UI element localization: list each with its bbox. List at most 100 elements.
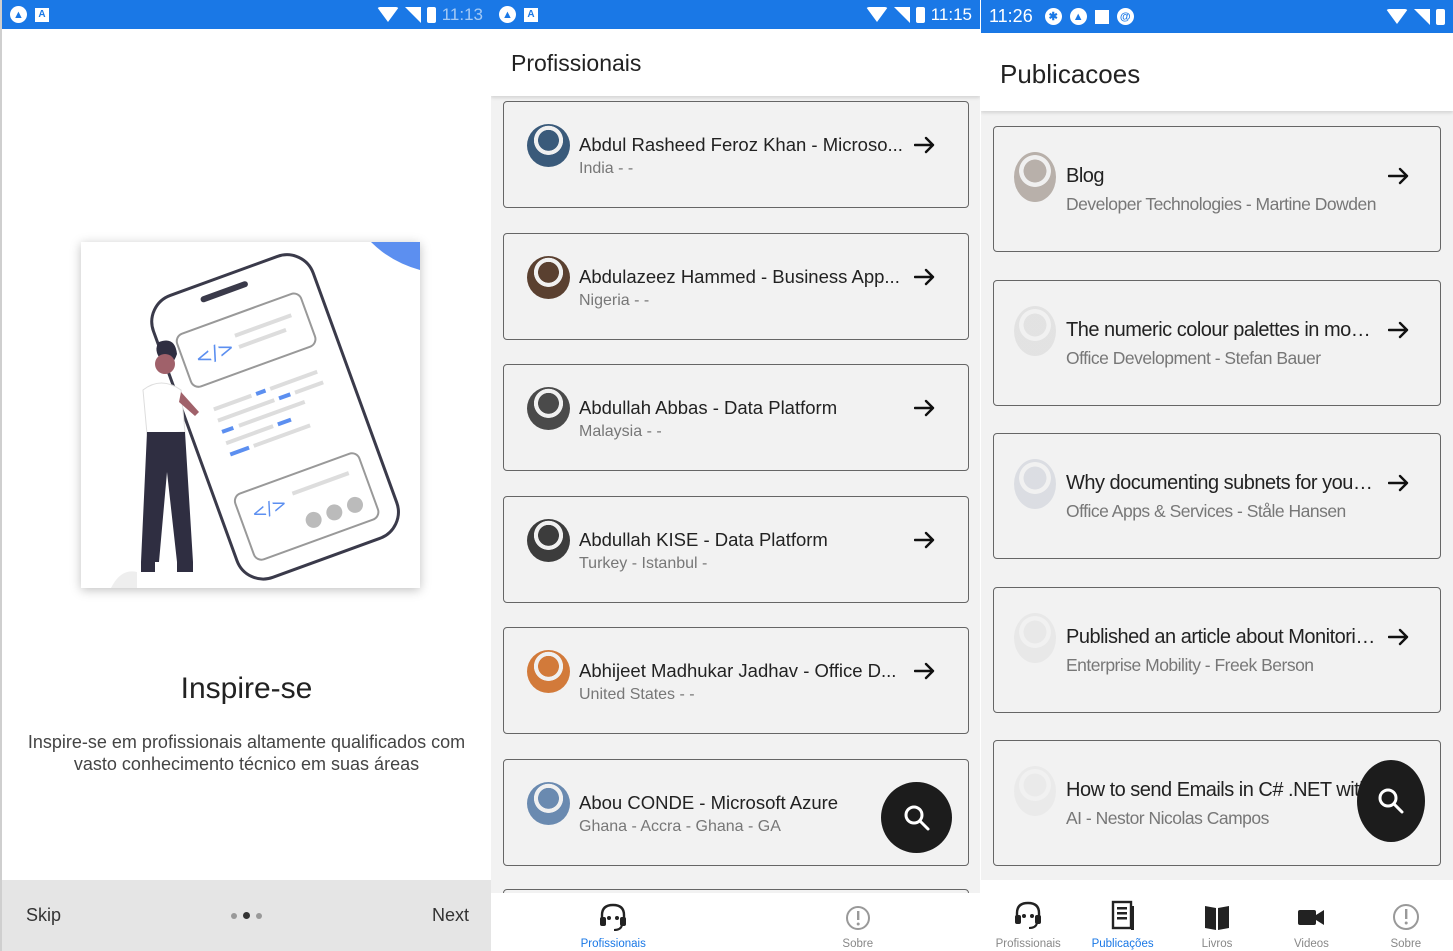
avatar bbox=[1014, 766, 1056, 816]
app-header: Profissionais bbox=[491, 29, 980, 96]
avatar bbox=[1014, 612, 1056, 663]
notification-icon: A bbox=[524, 7, 538, 22]
tab-sobre[interactable]: Sobre bbox=[1359, 880, 1453, 951]
list-item-title: Abdulazeez Hammed - Business App... bbox=[579, 265, 900, 287]
arrow-right-icon bbox=[913, 136, 936, 154]
app-icon: ▲ bbox=[499, 6, 516, 23]
list-item-subtitle: AI - Nestor Nicolas Campos bbox=[1066, 808, 1269, 828]
list-item-title: Published an article about Monitorin... bbox=[1066, 625, 1376, 648]
onboarding-description: Inspire-se em profissionais altamente qu… bbox=[27, 732, 466, 774]
at-icon: @ bbox=[1116, 8, 1134, 25]
avatar bbox=[527, 255, 570, 299]
arrow-right-icon bbox=[1387, 474, 1410, 492]
list-item-title: Abdullah KISE - Data Platform bbox=[579, 528, 828, 550]
skip-button[interactable]: Skip bbox=[26, 905, 61, 926]
list-item-subtitle: Developer Technologies - Martine Dowden bbox=[1066, 194, 1376, 214]
status-time: 11:15 bbox=[930, 4, 972, 24]
list-item-subtitle: India - - bbox=[579, 160, 634, 177]
signal-icon bbox=[1414, 8, 1430, 25]
page-title: Publicacoes bbox=[1000, 59, 1141, 89]
app-icon: ▲ bbox=[1069, 8, 1087, 25]
list-item[interactable]: Abhijeet Madhukar Jadhav - Office D... Un… bbox=[503, 627, 969, 734]
tab-videos[interactable]: Videos bbox=[1264, 880, 1358, 951]
avatar bbox=[1014, 305, 1056, 356]
list-item-subtitle: Office Apps & Services - Ståle Hansen bbox=[1066, 501, 1346, 521]
avatar bbox=[1014, 459, 1056, 509]
list-item[interactable]: Why documenting subnets for your T... Off… bbox=[993, 433, 1441, 559]
list-item[interactable]: Abdullah KISE - Data Platform Turkey - Is… bbox=[503, 495, 969, 603]
arrow-right-icon bbox=[913, 399, 936, 417]
pager-dot bbox=[256, 912, 262, 919]
settings-icon: ✱ bbox=[1044, 8, 1062, 25]
app-header: Publicacoes bbox=[981, 33, 1453, 111]
arrow-right-icon bbox=[913, 531, 936, 549]
onboarding-illustration: </> </> bbox=[81, 242, 420, 588]
pager-dot bbox=[231, 912, 237, 919]
pager-dots bbox=[231, 912, 262, 919]
search-fab[interactable] bbox=[881, 782, 952, 853]
status-time: 11:26 bbox=[989, 6, 1033, 26]
battery-icon bbox=[426, 6, 436, 23]
tab-sobre[interactable]: Sobre bbox=[736, 893, 981, 951]
list-item-subtitle: Malaysia - - bbox=[579, 423, 662, 440]
list-item-subtitle: Turkey - Istanbul - bbox=[579, 554, 708, 572]
list-item-title: Why documenting subnets for your T... bbox=[1066, 472, 1376, 494]
page-title: Profissionais bbox=[511, 50, 642, 76]
app-icon: ▲ bbox=[10, 6, 27, 23]
status-bar: 11:26 ✱ ▲ @ bbox=[981, 0, 1453, 33]
tab-label: Sobre bbox=[842, 938, 874, 950]
signal-icon bbox=[404, 6, 421, 23]
info-icon bbox=[845, 906, 870, 930]
list-item-subtitle: United States - - bbox=[579, 686, 695, 703]
battery-icon bbox=[1436, 8, 1445, 25]
list-item[interactable]: Abdullah Abbas - Data Platform Malaysia -… bbox=[503, 364, 969, 471]
arrow-right-icon bbox=[1387, 628, 1410, 646]
tab-label: Livros bbox=[1201, 938, 1233, 950]
list-item[interactable]: Abdul Rasheed Feroz Khan - Microso... Ind… bbox=[503, 101, 969, 208]
list-item[interactable]: Abdulazeez Hammed - Business App... Niger… bbox=[503, 232, 969, 340]
tab-profissionais[interactable]: Profissionais bbox=[491, 893, 736, 951]
list-item[interactable]: Published an article about Monitorin... E… bbox=[993, 586, 1441, 713]
avatar bbox=[527, 387, 570, 430]
arrow-right-icon bbox=[913, 268, 936, 286]
wifi-icon bbox=[376, 7, 399, 22]
list-item-title: Blog bbox=[1066, 165, 1105, 187]
wifi-icon bbox=[1386, 9, 1408, 24]
tab-publicacoes[interactable]: Publicações bbox=[1075, 880, 1169, 951]
tab-bar: Profissionais Publicações Livros Videos … bbox=[981, 880, 1453, 951]
avatar bbox=[1014, 152, 1056, 202]
sd-card-icon bbox=[1094, 9, 1109, 24]
battery-icon bbox=[915, 6, 925, 23]
avatar bbox=[527, 518, 570, 562]
list-item[interactable]: The numeric colour palettes in mode... Of… bbox=[993, 279, 1441, 406]
signal-icon bbox=[893, 6, 910, 23]
list-item-title: Abou CONDE - Microsoft Azure bbox=[579, 791, 839, 813]
tab-livros[interactable]: Livros bbox=[1170, 880, 1264, 951]
list-item-title: Abdul Rasheed Feroz Khan - Microso... bbox=[579, 134, 903, 155]
tab-label: Publicações bbox=[1091, 938, 1154, 950]
avatar bbox=[527, 124, 570, 167]
onboarding-screen: ▲ A 11:13 </> </> Inspire-se Inspire-se … bbox=[0, 0, 491, 951]
search-icon bbox=[1378, 788, 1404, 814]
list-item-subtitle: Nigeria - - bbox=[579, 291, 650, 309]
search-icon bbox=[904, 805, 929, 830]
book-icon bbox=[1205, 906, 1230, 930]
video-icon bbox=[1298, 910, 1325, 925]
list-item[interactable]: Blog Developer Technologies - Martine Dow… bbox=[993, 126, 1441, 252]
status-bar: ▲ A 11:15 bbox=[491, 0, 980, 29]
list-item-subtitle: Ghana - Accra - Ghana - GA bbox=[579, 817, 781, 835]
search-fab[interactable] bbox=[1357, 760, 1425, 842]
notification-icon: A bbox=[35, 7, 49, 22]
tab-label: Sobre bbox=[1390, 938, 1422, 950]
tab-label: Profissionais bbox=[580, 938, 646, 950]
pager-dot-active bbox=[243, 912, 250, 919]
tab-label: Videos bbox=[1293, 938, 1329, 950]
list-item-subtitle: Enterprise Mobility - Freek Berson bbox=[1066, 654, 1314, 675]
onboarding-footer: Skip Next bbox=[2, 880, 491, 951]
tab-profissionais[interactable]: Profissionais bbox=[981, 880, 1075, 951]
wifi-icon bbox=[865, 7, 888, 22]
publications-screen: 11:26 ✱ ▲ @ Publicacoes Blog Developer Te… bbox=[981, 0, 1453, 951]
next-button[interactable]: Next bbox=[432, 905, 469, 926]
arrow-right-icon bbox=[1387, 167, 1410, 185]
status-bar: ▲ A 11:13 bbox=[2, 0, 491, 29]
